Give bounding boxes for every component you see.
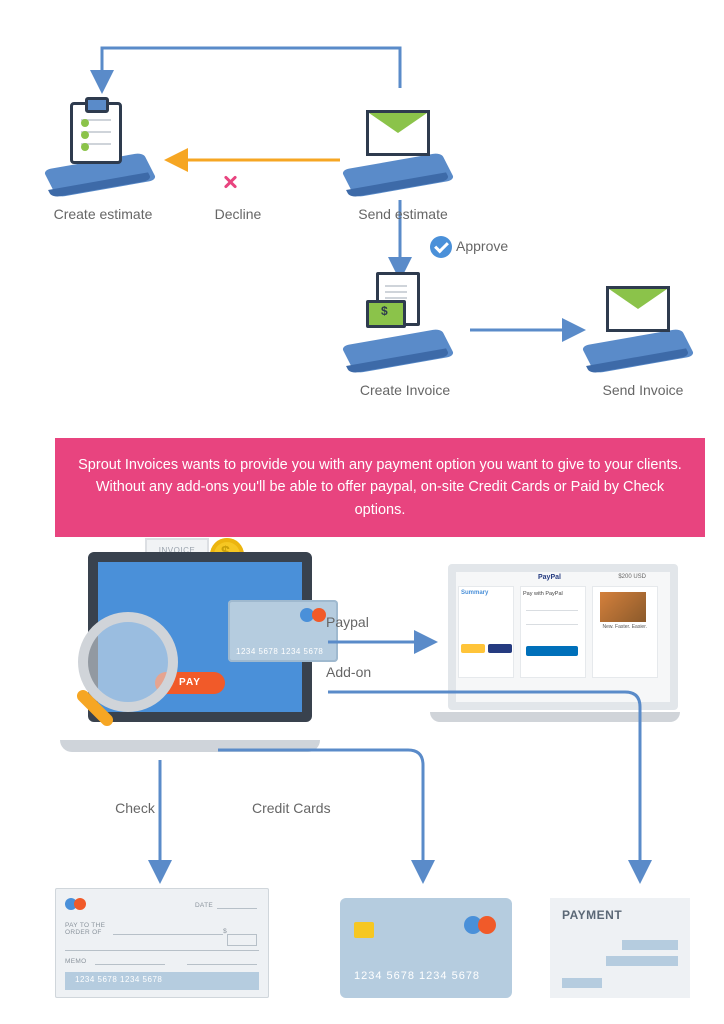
- label-credit-cards: Credit Cards: [252, 800, 362, 816]
- info-banner: Sprout Invoices wants to provide you wit…: [55, 438, 705, 537]
- node-create-estimate: [50, 120, 160, 180]
- label-approve: Approve: [456, 238, 526, 254]
- diagram-page: Create estimate Send estimate Decline Ap…: [0, 0, 724, 1024]
- label-create-invoice: Create Invoice: [340, 382, 470, 398]
- invoice-icon: [370, 272, 420, 332]
- label-create-estimate: Create estimate: [38, 206, 168, 222]
- laptop-paypal: Summary PayPal $200 USD Pay with PayPal …: [430, 564, 680, 734]
- label-decline: Decline: [198, 206, 278, 222]
- envelope-icon: [366, 110, 430, 156]
- node-create-invoice: [348, 296, 458, 356]
- payment-receipt-illustration: PAYMENT: [550, 898, 690, 998]
- decline-x-icon: [222, 174, 238, 190]
- node-send-invoice: [588, 296, 698, 356]
- label-check: Check: [100, 800, 170, 816]
- label-paypal: Paypal: [326, 614, 396, 630]
- approve-check-icon: [430, 236, 452, 258]
- envelope-icon: [606, 286, 670, 332]
- label-send-estimate: Send estimate: [348, 206, 458, 222]
- credit-card-illustration: 1234 5678 1234 5678: [340, 898, 512, 998]
- check-illustration: DATE PAY TO THE ORDER OF $ MEMO 1234 567…: [55, 888, 269, 998]
- label-addon: Add-on: [326, 664, 396, 680]
- credit-card-icon: 1234 5678 1234 5678: [228, 600, 338, 662]
- checklist-icon: [70, 102, 122, 164]
- node-send-estimate: [348, 120, 458, 180]
- laptop-invoice: INVOICE 1234 5678 1234 5678 PAY: [60, 552, 320, 752]
- label-send-invoice: Send Invoice: [578, 382, 708, 398]
